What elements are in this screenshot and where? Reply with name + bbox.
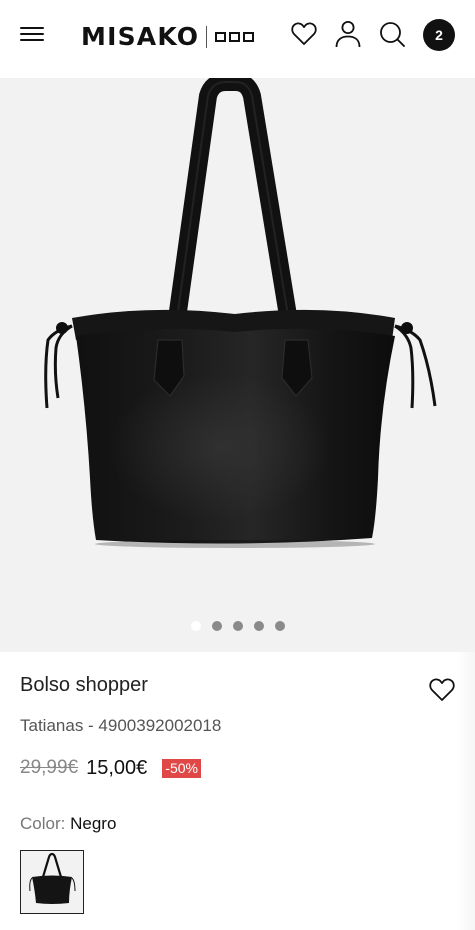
product-image bbox=[44, 78, 437, 548]
site-logo[interactable]: MISAKO bbox=[81, 20, 255, 54]
site-header: MISAKO 2 bbox=[0, 0, 475, 78]
gallery-dot[interactable] bbox=[253, 621, 264, 631]
discount-badge: -50% bbox=[162, 758, 201, 778]
cart-count-badge[interactable]: 2 bbox=[423, 19, 455, 51]
product-page: MISAKO 2 Bolso shopper Tatianas - 490039… bbox=[0, 0, 475, 930]
menu-icon[interactable] bbox=[20, 24, 44, 44]
color-value: Negro bbox=[70, 814, 117, 833]
old-price: 29,99€ bbox=[20, 757, 79, 778]
sale-price: 15,00€ bbox=[86, 756, 148, 779]
gallery-dot[interactable] bbox=[190, 621, 201, 631]
logo-divider bbox=[206, 26, 208, 48]
user-icon[interactable] bbox=[334, 19, 362, 49]
product-subtitle: Tatianas - 4900392002018 bbox=[20, 716, 222, 735]
search-icon[interactable] bbox=[378, 19, 406, 49]
product-gallery[interactable] bbox=[0, 78, 475, 652]
heart-icon[interactable] bbox=[290, 19, 318, 49]
gallery-dot[interactable] bbox=[232, 621, 243, 631]
favorite-heart-icon[interactable] bbox=[428, 677, 456, 703]
drawer-edge-shadow bbox=[457, 652, 475, 930]
color-row: Color: Negro bbox=[20, 814, 116, 834]
price-row: 29,99€ 15,00€ -50% bbox=[20, 756, 201, 780]
product-title: Bolso shopper bbox=[20, 674, 148, 696]
logo-squares-icon bbox=[215, 32, 255, 42]
color-swatch-negro[interactable] bbox=[20, 850, 84, 914]
color-label: Color: bbox=[20, 814, 66, 833]
logo-text: MISAKO bbox=[81, 22, 200, 51]
gallery-dot[interactable] bbox=[211, 621, 222, 631]
swatch-bag-thumbnail bbox=[29, 852, 76, 904]
gallery-dot[interactable] bbox=[274, 621, 285, 631]
gallery-pagination bbox=[0, 621, 475, 631]
